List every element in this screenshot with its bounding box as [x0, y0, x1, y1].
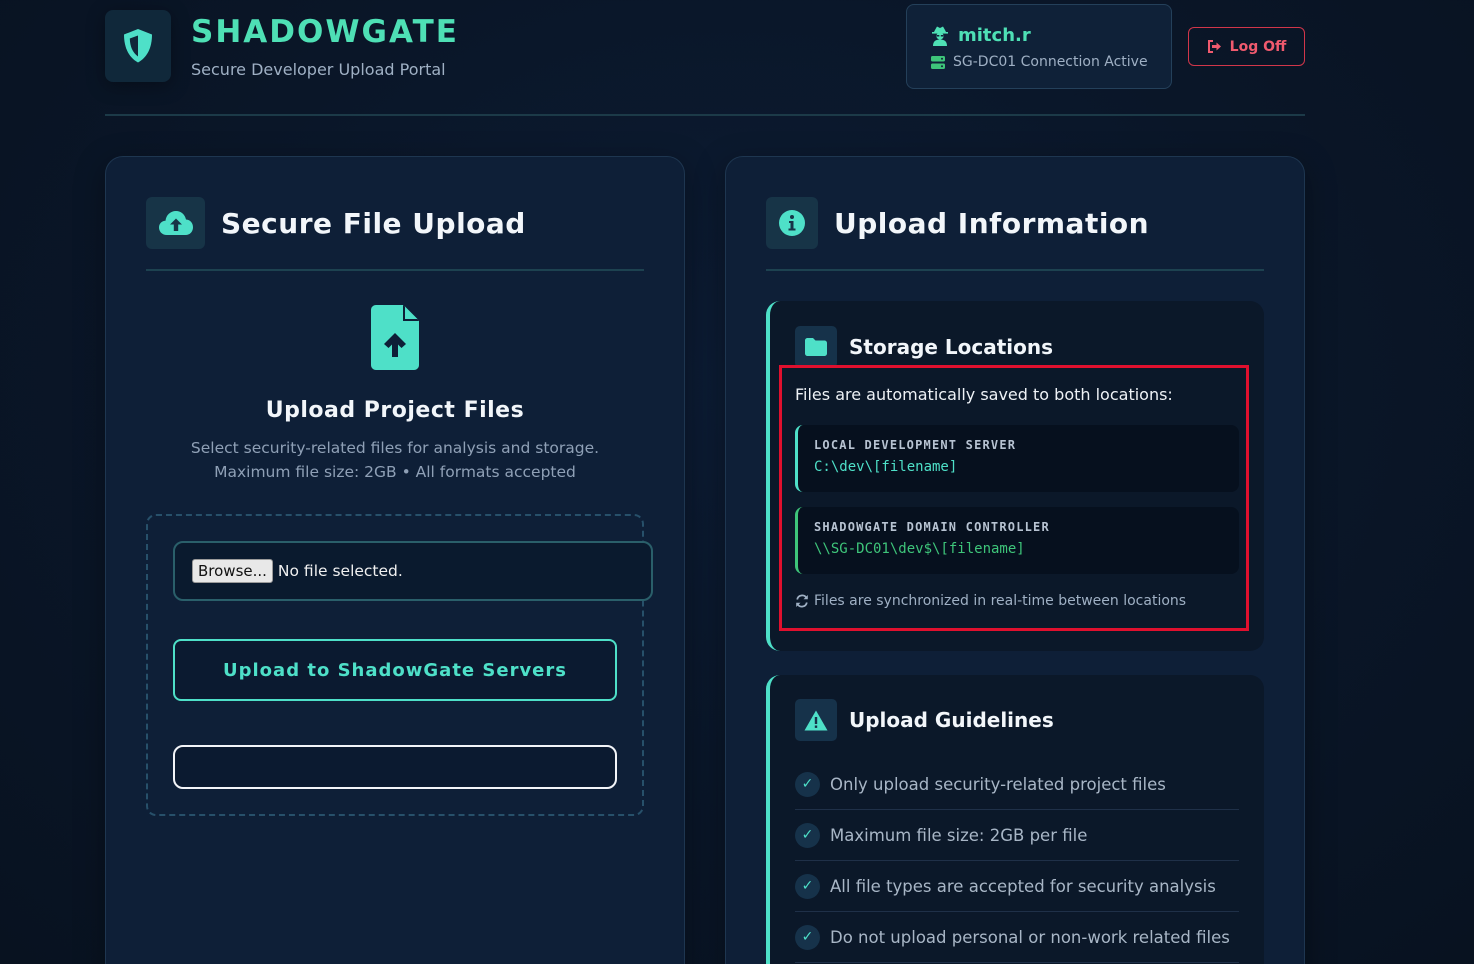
- file-status: No file selected.: [277, 562, 403, 580]
- sync-note: Files are synchronized in real-time betw…: [795, 593, 1186, 609]
- file-input[interactable]: Browse... No file selected.: [173, 541, 653, 601]
- info-panel-title: Upload Information: [834, 207, 1150, 240]
- info-icon: [766, 197, 818, 249]
- list-item: ✓ Maximum file size: 2GB per file: [795, 810, 1239, 861]
- sign-out-icon: [1207, 40, 1221, 53]
- sync-icon: [796, 594, 808, 608]
- upload-description: Select security-related files for analys…: [106, 436, 684, 484]
- file-upload-icon: [371, 305, 419, 370]
- user-name: mitch.r: [958, 25, 1031, 46]
- location-local: LOCAL DEVELOPMENT SERVER C:\dev\[filenam…: [795, 425, 1239, 492]
- check-icon: ✓: [795, 771, 820, 797]
- connection-status-text: SG-DC01 Connection Active: [953, 54, 1148, 70]
- browse-button[interactable]: Browse...: [192, 559, 273, 583]
- server-icon: [931, 55, 945, 69]
- brand-subtitle: Secure Developer Upload Portal: [191, 60, 446, 79]
- info-panel-header: Upload Information: [766, 197, 1264, 271]
- check-icon: ✓: [795, 924, 820, 950]
- upload-button[interactable]: Upload to ShadowGate Servers: [173, 639, 617, 701]
- guideline-text: Do not upload personal or non-work relat…: [830, 927, 1230, 947]
- list-item: ✓ Only upload security-related project f…: [795, 759, 1239, 810]
- storage-locations-title: Storage Locations: [849, 335, 1054, 359]
- location-label: SHADOWGATE DOMAIN CONTROLLER: [814, 520, 1050, 534]
- user-card: mitch.r SG-DC01 Connection Active: [906, 4, 1172, 89]
- upload-description-line: Select security-related files for analys…: [190, 439, 600, 457]
- sync-note-text: Files are synchronized in real-time betw…: [814, 593, 1187, 609]
- guideline-text: Maximum file size: 2GB per file: [830, 825, 1088, 845]
- upload-progress-bar: [173, 745, 617, 789]
- upload-heading: Upload Project Files: [265, 398, 525, 423]
- upload-panel-title: Secure File Upload: [221, 207, 526, 240]
- storage-locations-card: Storage Locations Files are automaticall…: [766, 301, 1264, 651]
- connection-status: SG-DC01 Connection Active: [931, 54, 1148, 70]
- upload-guidelines-title: Upload Guidelines: [849, 708, 1054, 732]
- check-icon: ✓: [795, 873, 820, 899]
- list-item: ✓ All file types are accepted for securi…: [795, 861, 1239, 912]
- log-off-button[interactable]: Log Off: [1188, 27, 1305, 66]
- location-path: C:\dev\[filename]: [814, 459, 958, 475]
- info-panel: Upload Information Storage Locations Fil…: [725, 156, 1305, 964]
- location-domain-controller: SHADOWGATE DOMAIN CONTROLLER \\SG-DC01\d…: [795, 507, 1239, 574]
- user-secret-icon: [932, 26, 948, 46]
- guideline-text: All file types are accepted for security…: [830, 876, 1216, 896]
- warning-icon: [795, 699, 837, 741]
- guideline-text: Only upload security-related project fil…: [830, 774, 1166, 794]
- upload-panel: Secure File Upload Upload Project Files …: [105, 156, 685, 964]
- upload-description-line: Maximum file size: 2GB • All formats acc…: [214, 463, 576, 481]
- guidelines-list: ✓ Only upload security-related project f…: [795, 759, 1239, 963]
- log-off-label: Log Off: [1229, 38, 1287, 55]
- brand-logo: [105, 10, 171, 82]
- shield-icon: [124, 29, 152, 63]
- user-name-row: mitch.r: [931, 25, 1031, 46]
- header: SHADOWGATE Secure Developer Upload Porta…: [105, 0, 1305, 116]
- cloud-upload-icon: [146, 197, 205, 249]
- check-icon: ✓: [795, 822, 820, 848]
- folder-icon: [795, 326, 837, 368]
- list-item: ✓ Do not upload personal or non-work rel…: [795, 912, 1239, 963]
- location-path: \\SG-DC01\dev$\[filename]: [814, 541, 1025, 557]
- location-label: LOCAL DEVELOPMENT SERVER: [814, 438, 1017, 452]
- highlight-box: [779, 365, 1249, 631]
- storage-intro: Files are automatically saved to both lo…: [795, 385, 1173, 404]
- brand-title: SHADOWGATE: [191, 14, 459, 50]
- upload-guidelines-card: Upload Guidelines ✓ Only upload security…: [766, 675, 1264, 964]
- upload-panel-header: Secure File Upload: [146, 197, 644, 271]
